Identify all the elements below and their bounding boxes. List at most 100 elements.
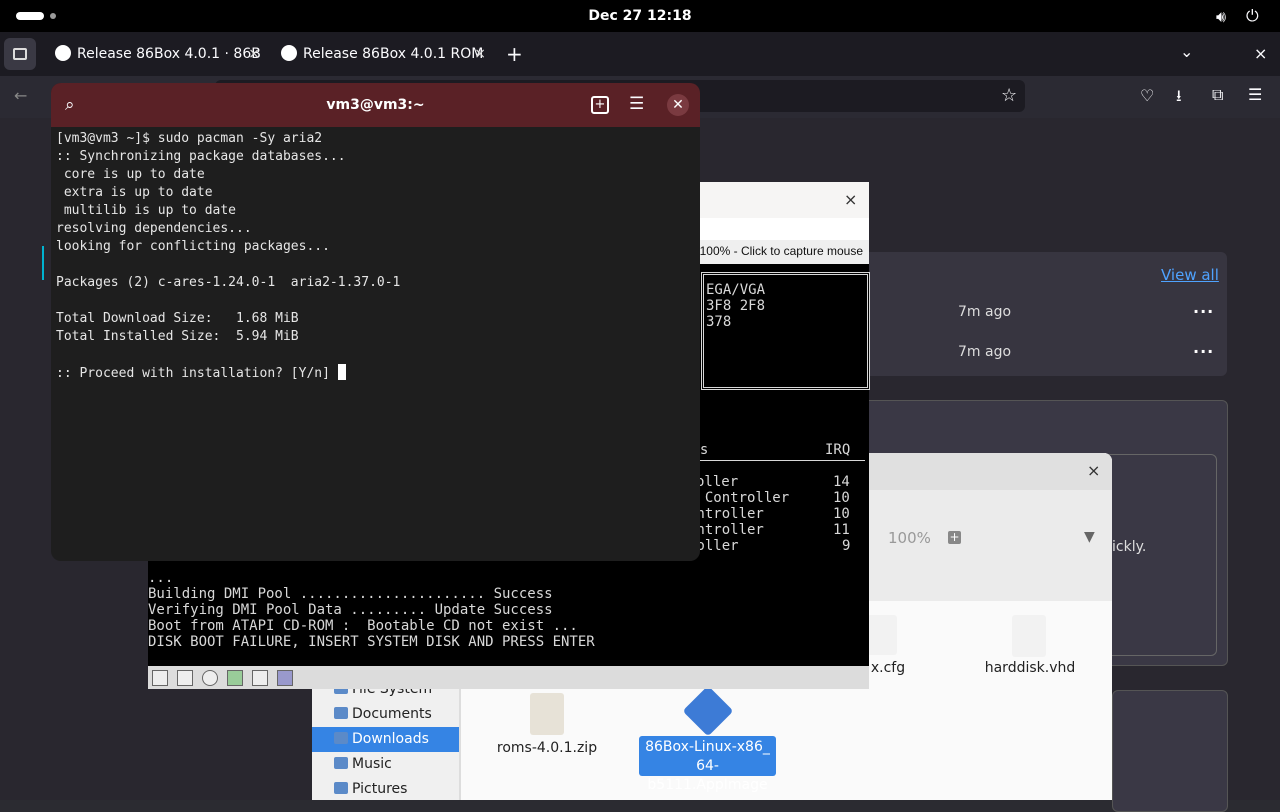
sidebar-item-music[interactable]: Music — [312, 752, 459, 777]
file-name[interactable]: x.cfg — [868, 660, 908, 676]
terminal-line: extra is up to date — [56, 185, 213, 200]
floppy-icon[interactable] — [177, 670, 193, 686]
terminal-line: [vm3@vm3 ~]$ sudo pacman -Sy aria2 — [56, 131, 323, 146]
terminal-line: multilib is up to date — [56, 203, 237, 218]
irq-value: 10 — [833, 506, 850, 522]
menu-icon[interactable]: ☰ — [1248, 85, 1262, 104]
search-icon[interactable]: ⌕ — [65, 95, 75, 115]
folder-icon — [334, 732, 348, 744]
disk-file-icon[interactable] — [1012, 615, 1046, 657]
menu-icon[interactable]: ☰ — [629, 94, 644, 114]
github-icon — [281, 45, 297, 61]
irq-value: 9 — [842, 538, 851, 554]
boot-line: ... — [148, 570, 174, 586]
terminal-line: core is up to date — [56, 167, 205, 182]
pocket-icon[interactable]: ♡ — [1140, 86, 1154, 105]
irq-value: 10 — [833, 490, 850, 506]
github-icon — [55, 45, 71, 61]
tab-overview-icon — [13, 48, 27, 60]
tab-close-button[interactable]: × — [248, 38, 260, 70]
tab-label: Release 86Box 4.0.1 ROM — [303, 46, 484, 62]
terminal-cursor — [337, 364, 346, 380]
folder-icon — [334, 757, 348, 769]
chevron-down-icon[interactable]: ▼ — [1084, 529, 1095, 545]
tab-overview-button[interactable] — [4, 38, 36, 70]
irq-separator — [683, 460, 865, 461]
close-button[interactable]: × — [844, 190, 857, 209]
cdrom-icon[interactable] — [202, 670, 218, 686]
bios-line: 378 — [706, 314, 732, 330]
browser-tab-strip: Release 86Box 4.0.1 · 86B × Release 86Bo… — [0, 32, 1280, 76]
view-all-link[interactable]: View all — [1161, 266, 1219, 284]
row-time: 7m ago — [958, 304, 1012, 320]
terminal-line: Total Installed Size: 5.94 MiB — [56, 329, 299, 344]
new-tab-icon[interactable]: + — [591, 96, 609, 114]
top-bar: Dec 27 12:18 🔊︎ ⏻ — [0, 0, 1280, 32]
file-icon[interactable] — [867, 615, 897, 655]
floppy-icon[interactable] — [152, 670, 168, 686]
download-icon[interactable]: ⭳ — [1176, 85, 1182, 112]
tab-release-2[interactable]: Release 86Box 4.0.1 ROM × — [281, 38, 486, 70]
boot-line: DISK BOOT FAILURE, INSERT SYSTEM DISK AN… — [148, 634, 595, 650]
appimage-icon[interactable] — [682, 685, 734, 737]
sound-icon[interactable] — [277, 670, 293, 686]
file-name-line: 64-b5111.AppImage — [647, 758, 768, 793]
close-button[interactable]: ✕ — [667, 94, 689, 116]
inner-box — [1100, 454, 1217, 656]
zip-file-icon[interactable] — [530, 693, 564, 735]
harddisk-icon[interactable] — [227, 670, 243, 686]
selected-file[interactable]: 86Box-Linux-x86_ 64-b5111.AppImage — [639, 736, 776, 793]
zoom-in-icon[interactable]: + — [948, 531, 961, 544]
terminal-line: Total Download Size: 1.68 MiB — [56, 311, 299, 326]
sidebar-item-downloads[interactable]: Downloads — [312, 727, 459, 752]
network-icon[interactable] — [252, 670, 268, 686]
folder-icon — [334, 782, 348, 794]
sidebar-item-pictures[interactable]: Pictures — [312, 777, 459, 802]
terminal-line: Packages (2) c-ares-1.24.0-1 aria2-1.37.… — [56, 275, 401, 290]
extensions-icon[interactable]: ⧉ — [1212, 85, 1223, 105]
terminal-headerbar: vm3@vm3:~ ⌕ + ☰ ✕ — [51, 83, 700, 127]
file-name-line: 86Box-Linux-x86_ — [645, 739, 770, 755]
close-window-button[interactable]: × — [1254, 44, 1267, 63]
file-name[interactable]: roms-4.0.1.zip — [492, 740, 602, 756]
volume-icon[interactable]: 🔊︎ — [1216, 7, 1226, 27]
more-options-button[interactable]: ··· — [1193, 302, 1214, 321]
boot-line: Verifying DMI Pool Data ......... Update… — [148, 602, 553, 618]
new-tab-button[interactable]: + — [506, 42, 523, 66]
boot-line: Building DMI Pool ......................… — [148, 586, 553, 602]
terminal-output[interactable]: [vm3@vm3 ~]$ sudo pacman -Sy aria2:: Syn… — [56, 130, 400, 383]
irq-header-right: IRQ — [825, 442, 851, 458]
power-icon[interactable]: ⏻ — [1246, 6, 1259, 26]
terminal-line: :: Synchronizing package databases... — [56, 149, 346, 164]
terminal-line: looking for conflicting packages... — [56, 239, 330, 254]
row-time: 7m ago — [958, 344, 1012, 360]
irq-name: s Controller — [688, 490, 790, 506]
file-name[interactable]: harddisk.vhd — [980, 660, 1080, 676]
close-button[interactable]: × — [1087, 461, 1100, 480]
bios-line: 3F8 2F8 — [706, 298, 766, 314]
irq-name: oller — [696, 474, 739, 490]
zoom-level: 100% — [888, 529, 931, 547]
tab-label: Release 86Box 4.0.1 · 86B — [77, 46, 260, 62]
more-options-button[interactable]: ··· — [1193, 342, 1214, 361]
terminal-line: resolving dependencies... — [56, 221, 252, 236]
irq-value: 11 — [833, 522, 850, 538]
tab-release-1[interactable]: Release 86Box 4.0.1 · 86B × — [55, 38, 260, 70]
bookmark-star-icon[interactable]: ☆ — [1001, 85, 1017, 106]
focus-indicator — [42, 246, 44, 280]
back-arrow-icon[interactable]: ← — [14, 86, 27, 105]
folder-icon — [334, 707, 348, 719]
emulator-device-bar — [148, 666, 869, 689]
content-card-2 — [1112, 690, 1228, 812]
boot-line: Boot from ATAPI CD-ROM : Bootable CD not… — [148, 618, 578, 634]
list-tabs-icon[interactable]: ⌄ — [1180, 42, 1193, 61]
places-sidebar: File System Documents Downloads Music Pi… — [312, 681, 459, 802]
clock[interactable]: Dec 27 12:18 — [0, 0, 1280, 32]
bios-line: EGA/VGA — [706, 282, 766, 298]
capture-mouse-hint[interactable]: 100% - Click to capture mouse — [700, 244, 863, 258]
tab-close-button[interactable]: × — [474, 38, 486, 70]
terminal-window[interactable]: vm3@vm3:~ ⌕ + ☰ ✕ [vm3@vm3 ~]$ sudo pacm… — [51, 83, 700, 561]
sidebar-item-documents[interactable]: Documents — [312, 702, 459, 727]
